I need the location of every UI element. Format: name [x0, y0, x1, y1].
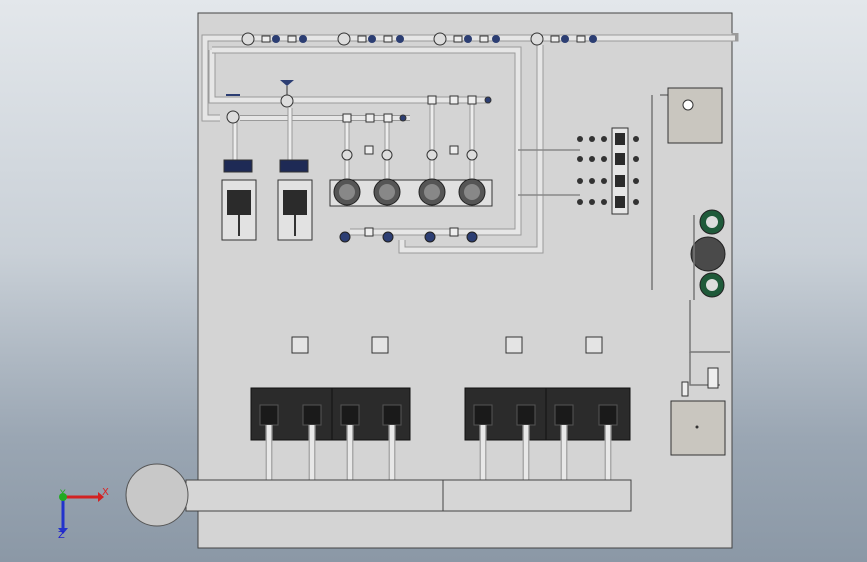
unit-block-2[interactable]: [331, 387, 411, 441]
unit-block-4[interactable]: [545, 387, 631, 441]
unit-block-1[interactable]: [250, 387, 333, 441]
unit-block-3[interactable]: [464, 387, 547, 441]
dosing-pump-left-2[interactable]: [277, 159, 313, 241]
axis-x-label: X: [102, 487, 109, 498]
cad-viewport[interactable]: [0, 0, 867, 562]
axis-y-label: Y: [60, 489, 66, 499]
axis-z-label: Z: [58, 530, 65, 541]
dosing-pump-left-1[interactable]: [221, 159, 257, 241]
junction-box-top[interactable]: [667, 87, 723, 144]
round-tank[interactable]: [125, 463, 189, 527]
collection-tray[interactable]: [185, 479, 632, 512]
